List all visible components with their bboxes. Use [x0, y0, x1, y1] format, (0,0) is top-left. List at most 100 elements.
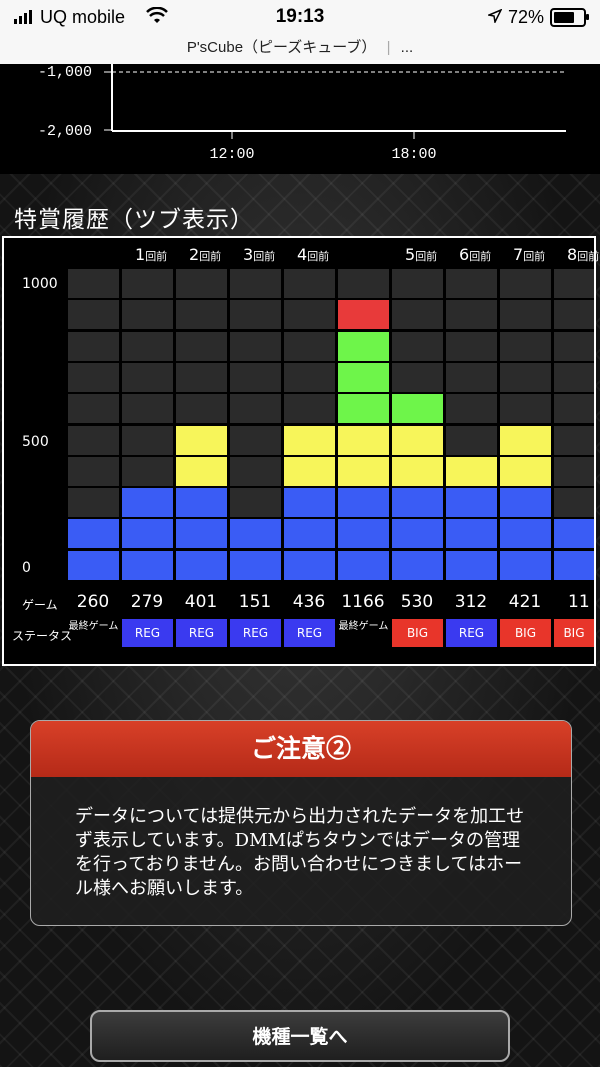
bar-cell — [500, 394, 551, 424]
bar-cell — [176, 519, 227, 549]
bar-cell — [176, 488, 227, 518]
status-row-label: ステータス — [12, 629, 73, 643]
bar-cell — [500, 300, 551, 330]
bar-cell — [176, 300, 227, 330]
bar-cell — [176, 456, 227, 486]
bar-cell — [338, 456, 389, 486]
bar-cell — [176, 269, 227, 298]
bar-cell — [446, 519, 497, 549]
x-tick-label: 18:00 — [391, 146, 436, 163]
column-header: 7回前 — [513, 245, 546, 264]
column-header: 8回前 — [567, 245, 600, 264]
column-header: 2回前 — [189, 245, 222, 264]
bar-cell — [176, 362, 227, 392]
bar-cell — [446, 456, 497, 486]
status-badge: BIG — [500, 619, 551, 647]
status-badge: REG — [284, 619, 335, 647]
bar-cell — [392, 362, 443, 392]
bar-cell — [176, 425, 227, 455]
bar-cell — [554, 519, 594, 549]
notice-text: データについては提供元から出力されたデータを加工せず表示しています。DMMぱちタ… — [75, 806, 525, 899]
bar-cell — [392, 300, 443, 330]
bar-cell — [68, 488, 119, 518]
game-count: 312 — [454, 592, 488, 612]
y-tick-label: -2,000 — [38, 123, 92, 140]
game-count: 436 — [292, 592, 326, 612]
column-header: 5回前 — [405, 245, 438, 264]
bar-cell — [554, 425, 594, 455]
bar-cell — [338, 519, 389, 549]
bar-cell — [176, 550, 227, 580]
bar-cell — [230, 456, 281, 486]
bar-cell — [68, 362, 119, 392]
bar-cell — [392, 394, 443, 424]
bar-cell — [392, 519, 443, 549]
battery-icon — [550, 8, 589, 27]
location-arrow-icon — [486, 7, 503, 28]
more-menu-icon[interactable]: ... — [401, 39, 414, 56]
status-badge: BIG — [554, 619, 594, 647]
game-count: 260 — [76, 592, 110, 612]
game-count: 1166 — [341, 592, 385, 612]
bar-cell — [446, 425, 497, 455]
bar-cell — [284, 331, 335, 361]
bar-cell — [230, 269, 281, 298]
url-bar[interactable]: P'sCube（ピーズキューブ） | ... — [0, 34, 600, 65]
y-axis-label: 500 — [22, 434, 49, 450]
bar-cell — [500, 269, 551, 298]
bar-cell — [392, 269, 443, 298]
page-title: P'sCube（ピーズキューブ） — [186, 39, 377, 56]
status-badge: REG — [176, 619, 227, 647]
game-count: 401 — [184, 592, 218, 612]
bar-cell — [230, 425, 281, 455]
bar-cell — [68, 300, 119, 330]
bar-cell — [392, 425, 443, 455]
bar-cell — [554, 488, 594, 518]
bar-cell — [122, 456, 173, 486]
bar-cell — [392, 456, 443, 486]
game-count: 11 — [568, 592, 590, 612]
bar-cell — [68, 269, 119, 298]
bar-cell — [230, 394, 281, 424]
bar-cell — [284, 394, 335, 424]
bar-cell — [446, 300, 497, 330]
bar-cell — [122, 425, 173, 455]
notice-box: ご注意② データについては提供元から出力されたデータを加工せず表示しています。D… — [30, 720, 572, 926]
y-axis-label: 1000 — [22, 276, 58, 292]
bar-cell — [68, 425, 119, 455]
bar-cell — [500, 362, 551, 392]
bar-cell — [338, 394, 389, 424]
bar-cell — [176, 394, 227, 424]
battery-percent: 72% — [507, 7, 544, 27]
model-list-button[interactable]: 機種一覧へ — [90, 1010, 510, 1062]
bar-cell — [392, 331, 443, 361]
bar-cell — [284, 425, 335, 455]
y-axis-label: 0 — [22, 560, 31, 576]
bar-cell — [446, 362, 497, 392]
bar-cell — [500, 550, 551, 580]
bar-cell — [230, 331, 281, 361]
bar-cell — [338, 550, 389, 580]
bar-cell — [392, 550, 443, 580]
slump-graph: -1,000 -2,000 12:00 18:00 — [0, 64, 600, 174]
bar-cell — [338, 362, 389, 392]
bar-cell — [554, 300, 594, 330]
bar-cell — [446, 394, 497, 424]
bar-cell — [230, 550, 281, 580]
status-badge: 最終ゲーム — [338, 621, 389, 632]
bar-cell — [446, 488, 497, 518]
bar-cell — [68, 456, 119, 486]
bar-cell — [338, 488, 389, 518]
history-title: 特賞履歴（ツブ表示） — [14, 207, 254, 233]
bar-cell — [68, 550, 119, 580]
bar-cell — [230, 488, 281, 518]
y-tick-label: -1,000 — [38, 64, 92, 81]
bar-cell — [284, 519, 335, 549]
bar-cell — [122, 362, 173, 392]
bar-cell — [122, 550, 173, 580]
bar-cell — [446, 331, 497, 361]
bar-cell — [284, 300, 335, 330]
x-tick-label: 12:00 — [209, 146, 254, 163]
bar-cell — [446, 550, 497, 580]
bar-cell — [122, 300, 173, 330]
